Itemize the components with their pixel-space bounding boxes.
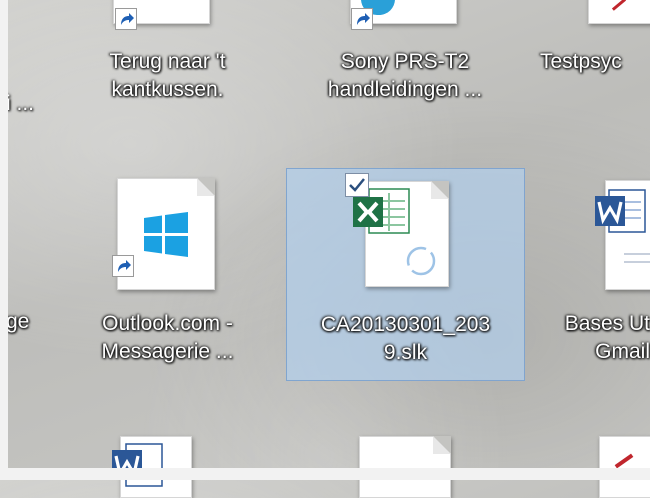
window-frame-left [0, 0, 8, 480]
icon-label: Testpsyc [540, 50, 622, 73]
document-icon [359, 436, 451, 498]
icon-label: Terug naar 't kantkussen. [109, 50, 226, 101]
sync-circle-icon [406, 246, 436, 276]
word-icon [112, 443, 163, 487]
shortcut-arrow-icon [115, 8, 137, 30]
icon-label-partial: ge [6, 310, 30, 333]
red-signature-icon [611, 0, 627, 11]
icon-label: Outlook.com - Messagerie ... [101, 312, 234, 363]
icon-label-partial: i ... [6, 92, 35, 115]
desktop-icon-sony-prs-t2[interactable]: Sony PRS-T2 handleidingen ... [285, 0, 525, 130]
page-fold [431, 181, 449, 199]
document-icon [588, 0, 650, 24]
desktop-icon-outlook-com[interactable]: Outlook.com - Messagerie ... [65, 170, 270, 385]
desktop-icon-ca20130301-2039-slk[interactable]: CA20130301_203 9.slk [286, 168, 525, 381]
document-icon [599, 436, 650, 498]
shortcut-arrow-icon [112, 255, 134, 277]
red-mark-icon [614, 453, 634, 469]
icon-label: CA20130301_203 9.slk [320, 313, 491, 364]
desktop-icon-bases-gmail[interactable]: Bases Ut Gmail [535, 170, 650, 385]
desktop-icon-terug-naar-kantkussen[interactable]: Terug naar 't kantkussen. [80, 0, 255, 130]
icon-label: Sony PRS-T2 handleidingen ... [327, 50, 483, 101]
checkbox-checked-icon[interactable] [345, 173, 369, 197]
icon-label: Bases Ut Gmail [564, 312, 650, 363]
desktop-icon-testpsyc[interactable]: Testpsyc [530, 0, 650, 130]
shortcut-arrow-icon [351, 8, 373, 30]
window-frame-bottom [0, 468, 650, 480]
windows-logo-icon [144, 212, 188, 257]
desktop: Terug naar 't kantkussen. Sony PRS-T2 ha… [0, 0, 650, 498]
page-fold [433, 436, 451, 454]
word-icon [595, 189, 646, 233]
page-fold [197, 178, 215, 196]
